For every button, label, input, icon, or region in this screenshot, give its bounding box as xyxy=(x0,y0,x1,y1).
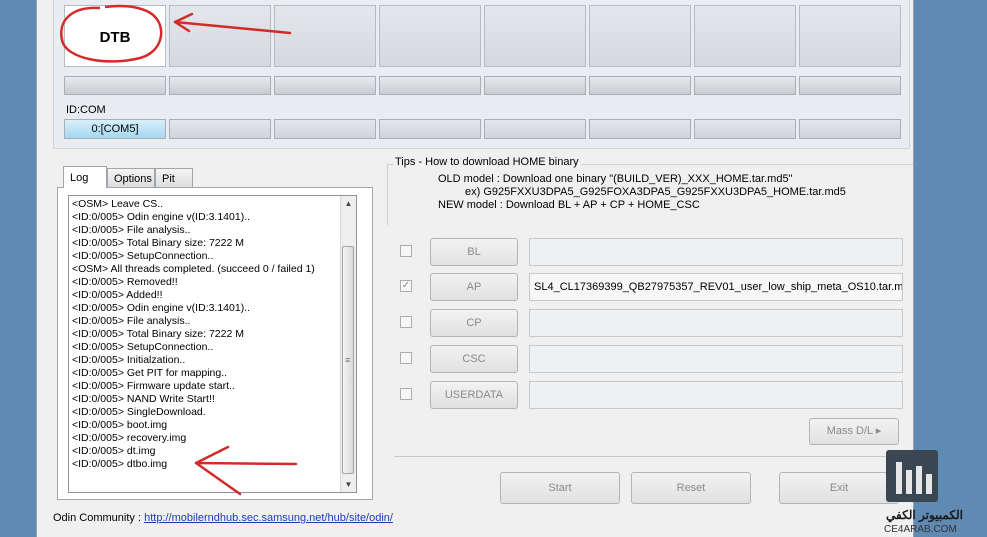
log-line: <ID:0/005> recovery.img xyxy=(72,432,187,444)
slot-1: DTB xyxy=(64,5,166,67)
com-port-4 xyxy=(379,119,481,139)
csc-checkbox[interactable] xyxy=(400,352,412,364)
start-button[interactable]: Start xyxy=(500,472,620,504)
scroll-up-icon[interactable]: ▲ xyxy=(341,196,356,211)
progress-bar-7 xyxy=(694,76,796,95)
community-link[interactable]: http://mobilerndhub.sec.samsung.net/hub/… xyxy=(144,512,393,524)
slot-7 xyxy=(694,5,796,67)
com-port-7 xyxy=(694,119,796,139)
tip-old-model: OLD model : Download one binary "(BUILD_… xyxy=(438,173,793,185)
slot-5 xyxy=(484,5,586,67)
site-watermark: الكمبيوتر الكفي CE4ARAB.COM xyxy=(884,448,987,537)
log-line: <ID:0/005> File analysis.. xyxy=(72,315,191,327)
watermark-url: CE4ARAB.COM xyxy=(884,524,957,535)
bl-button[interactable]: BL xyxy=(430,238,518,266)
log-line: <ID:0/005> SetupConnection.. xyxy=(72,341,214,353)
tip-new-model: NEW model : Download BL + AP + CP + HOME… xyxy=(438,199,700,211)
idcom-label: ID:COM xyxy=(66,104,106,116)
ap-checkbox[interactable]: ✓ xyxy=(400,280,412,292)
progress-bar-6 xyxy=(589,76,691,95)
log-line: <ID:0/005> dt.img xyxy=(72,445,156,457)
com-port-3 xyxy=(274,119,376,139)
tab-options[interactable]: Options xyxy=(107,168,155,188)
com-port-5 xyxy=(484,119,586,139)
community-footer: Odin Community : http://mobilerndhub.sec… xyxy=(53,512,393,524)
tab-pit[interactable]: Pit xyxy=(155,168,193,188)
log-panel: <OSM> Leave CS.. <ID:0/005> Odin engine … xyxy=(57,187,373,500)
slot-6 xyxy=(589,5,691,67)
log-line: <ID:0/005> Get PIT for mapping.. xyxy=(72,367,228,379)
slot-4 xyxy=(379,5,481,67)
progress-bar-4 xyxy=(379,76,481,95)
slot-2 xyxy=(169,5,271,67)
divider xyxy=(394,456,906,457)
cp-checkbox[interactable] xyxy=(400,316,412,328)
com-port-6 xyxy=(589,119,691,139)
log-line: <ID:0/005> Odin engine v(ID:3.1401).. xyxy=(72,211,251,223)
scroll-thumb[interactable]: ≡ xyxy=(342,246,354,474)
log-line: <ID:0/005> Odin engine v(ID:3.1401).. xyxy=(72,302,251,314)
log-line: <ID:0/005> Added!! xyxy=(72,289,163,301)
cp-button[interactable]: CP xyxy=(430,309,518,337)
userdata-button[interactable]: USERDATA xyxy=(430,381,518,409)
csc-file-field[interactable] xyxy=(529,345,903,373)
log-line: <OSM> Leave CS.. xyxy=(72,198,164,210)
scroll-down-icon[interactable]: ▼ xyxy=(341,477,356,492)
progress-bar-8 xyxy=(799,76,901,95)
tab-log[interactable]: Log xyxy=(63,166,107,188)
log-scrollbar[interactable]: ▲ ≡ ▼ xyxy=(340,196,356,492)
slot-3 xyxy=(274,5,376,67)
userdata-file-field[interactable] xyxy=(529,381,903,409)
exit-button[interactable]: Exit xyxy=(779,472,899,504)
slot-8 xyxy=(799,5,901,67)
com-port-2 xyxy=(169,119,271,139)
log-line: <ID:0/005> Removed!! xyxy=(72,276,178,288)
log-lines: <OSM> Leave CS.. <ID:0/005> Odin engine … xyxy=(72,198,340,471)
log-line: <ID:0/005> NAND Write Start!! xyxy=(72,393,215,405)
ap-button[interactable]: AP xyxy=(430,273,518,301)
watermark-logo xyxy=(886,450,938,502)
log-line: <ID:0/005> Firmware update start.. xyxy=(72,380,235,392)
log-line: <ID:0/005> SingleDownload. xyxy=(72,406,206,418)
grip-icon: ≡ xyxy=(345,355,351,365)
progress-bar-2 xyxy=(169,76,271,95)
tips-title: Tips - How to download HOME binary xyxy=(393,156,581,168)
com-port-1: 0:[COM5] xyxy=(64,119,166,139)
log-line: <ID:0/005> File analysis.. xyxy=(72,224,191,236)
progress-bar-5 xyxy=(484,76,586,95)
mass-dl-button[interactable]: Mass D/L ▸ xyxy=(809,418,899,445)
com-port-8 xyxy=(799,119,901,139)
tip-example: ex) G925FXXU3DPA5_G925FOXA3DPA5_G925FXXU… xyxy=(465,186,846,198)
log-line: <ID:0/005> dtbo.img xyxy=(72,458,168,470)
reset-button[interactable]: Reset xyxy=(631,472,751,504)
progress-bar-1 xyxy=(64,76,166,95)
log-line: <OSM> All threads completed. (succeed 0 … xyxy=(72,263,315,275)
log-line: <ID:0/005> boot.img xyxy=(72,419,168,431)
device-slots-panel: DTB ID:COM 0:[COM5] xyxy=(53,0,910,149)
bars-logo-icon xyxy=(896,462,932,494)
log-textarea[interactable]: <OSM> Leave CS.. <ID:0/005> Odin engine … xyxy=(68,195,357,493)
ap-file-field[interactable]: SL4_CL17369399_QB27975357_REV01_user_low… xyxy=(529,273,903,301)
watermark-text: الكمبيوتر الكفي xyxy=(886,508,963,522)
odin-window: DTB ID:COM 0:[COM5] Log Options Pit <OSM… xyxy=(36,0,914,537)
progress-bar-3 xyxy=(274,76,376,95)
csc-button[interactable]: CSC xyxy=(430,345,518,373)
community-label: Odin Community : xyxy=(53,512,142,524)
bl-file-field[interactable] xyxy=(529,238,903,266)
log-line: <ID:0/005> Total Binary size: 7222 M xyxy=(72,328,244,340)
log-line: <ID:0/005> Total Binary size: 7222 M xyxy=(72,237,244,249)
bl-checkbox[interactable] xyxy=(400,245,412,257)
slot-1-label: DTB xyxy=(99,29,131,46)
log-line: <ID:0/005> Initialzation.. xyxy=(72,354,186,366)
userdata-checkbox[interactable] xyxy=(400,388,412,400)
cp-file-field[interactable] xyxy=(529,309,903,337)
log-line: <ID:0/005> SetupConnection.. xyxy=(72,250,214,262)
